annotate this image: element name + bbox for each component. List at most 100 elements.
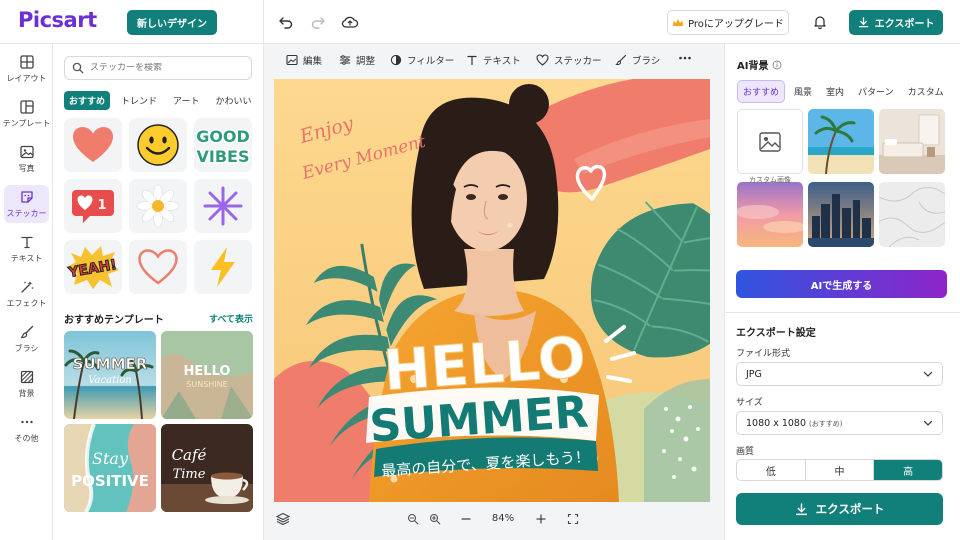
bg-tab-recommended[interactable]: おすすめ <box>737 80 786 103</box>
file-format-select[interactable]: JPG <box>736 362 943 386</box>
sticker-lightning[interactable] <box>194 240 252 294</box>
pro-upgrade-button[interactable]: Proにアップグレード <box>667 10 789 35</box>
tool-text[interactable]: テキスト <box>466 53 521 67</box>
design-canvas[interactable]: Enjoy Every Moment HELLO SUMMER 最高の自分で、夏… <box>274 79 710 502</box>
undo-icon[interactable] <box>276 12 296 32</box>
zoom-in-icon[interactable] <box>429 513 441 528</box>
size-select[interactable]: 1080 x 1080 (おすすめ) <box>736 411 943 435</box>
quality-medium[interactable]: 中 <box>806 460 875 480</box>
ai-background-title: AI背景 <box>737 57 782 72</box>
template-cafe-time[interactable]: Café Time <box>161 424 253 512</box>
sticker-smiley[interactable] <box>129 118 187 172</box>
size-label: サイズ <box>736 398 763 408</box>
rail-item-brush[interactable]: ブラシ <box>4 320 49 358</box>
export-button-top[interactable]: エクスポート <box>849 10 943 35</box>
tool-label: ステッカー <box>554 56 602 67</box>
template-text: SUNSHINE <box>186 380 227 389</box>
sticker-category-tabs: おすすめ トレンド アート かわいい <box>64 90 259 110</box>
rail-item-more[interactable]: その他 <box>4 410 49 448</box>
sticker-starburst[interactable] <box>194 179 252 233</box>
sticker-heart-outline[interactable] <box>129 240 187 294</box>
fit-screen-icon[interactable] <box>567 513 579 528</box>
sticker-grid: GOOD VIBES 1 YEAH! <box>64 118 253 294</box>
sticker-search[interactable] <box>64 56 252 80</box>
bg-tab-pattern[interactable]: パターン <box>853 81 899 102</box>
export-button-main[interactable]: エクスポート <box>736 493 943 525</box>
sticker-like-notification[interactable]: 1 <box>64 179 122 233</box>
template-hello-sunshine[interactable]: HELLO SUNSHINE <box>161 331 253 419</box>
zoom-out-icon[interactable] <box>407 513 419 528</box>
picsart-logo[interactable]: Picsart <box>18 8 97 32</box>
bg-tab-custom[interactable]: カスタム <box>903 81 949 102</box>
rail-item-effect[interactable]: エフェクト <box>4 275 49 313</box>
template-text: Time <box>173 467 206 482</box>
sticker-good-vibes[interactable]: GOOD VIBES <box>194 118 252 172</box>
sticker-yeah[interactable]: YEAH! <box>64 240 122 294</box>
zoom-increase-button[interactable] <box>535 513 547 528</box>
tool-brush[interactable]: ブラシ <box>615 53 660 67</box>
tab-trend[interactable]: トレンド <box>116 91 162 110</box>
rail-label: ステッカー <box>6 209 47 218</box>
image-edit-icon <box>286 54 298 66</box>
rail-label: 背景 <box>18 389 35 398</box>
rail-label: エフェクト <box>6 299 47 308</box>
file-format-value: JPG <box>746 368 762 380</box>
bg-beach[interactable] <box>808 109 874 174</box>
rail-item-text[interactable]: テキスト <box>4 230 49 268</box>
bg-custom-image[interactable] <box>737 109 803 174</box>
bg-sunset-sky[interactable] <box>737 182 803 247</box>
rail-item-background[interactable]: 背景 <box>4 365 49 403</box>
ai-generate-button[interactable]: AIで生成する <box>736 270 947 298</box>
tool-filter[interactable]: フィルター <box>390 53 454 67</box>
bg-bedroom[interactable] <box>879 109 945 174</box>
bg-tab-indoor[interactable]: 室内 <box>821 81 849 102</box>
templates-view-all-link[interactable]: すべて表示 <box>209 312 253 325</box>
right-panel: AI背景 おすすめ 風景 室内 パターン カスタム カスタム画像 AIで生成する… <box>724 44 960 540</box>
info-icon[interactable] <box>772 60 782 70</box>
template-stay-positive[interactable]: Stay POSITIVE <box>64 424 156 512</box>
tool-edit[interactable]: 編集 <box>286 53 322 67</box>
edit-toolbar: 編集 調整 フィルター テキスト ステッカー ブラシ <box>264 44 724 76</box>
good-text: GOOD <box>196 127 250 146</box>
bg-city-skyline[interactable] <box>808 182 874 247</box>
rail-item-photo[interactable]: 写真 <box>4 140 49 178</box>
layers-icon[interactable] <box>275 512 291 529</box>
sticker-search-input[interactable] <box>90 63 240 73</box>
tool-label: ブラシ <box>632 56 661 67</box>
rail-label: 写真 <box>18 164 35 173</box>
background-category-tabs: おすすめ 風景 室内 パターン カスタム <box>737 80 952 103</box>
crown-icon <box>673 18 684 26</box>
bg-tab-landscape[interactable]: 風景 <box>789 81 817 102</box>
rail-item-template[interactable]: テンプレート <box>3 95 50 133</box>
text-icon <box>20 236 33 249</box>
like-count: 1 <box>97 198 106 213</box>
bg-marble[interactable] <box>879 182 945 247</box>
cloud-save-icon[interactable] <box>340 12 360 32</box>
quality-low[interactable]: 低 <box>737 460 806 480</box>
tab-recommended[interactable]: おすすめ <box>64 90 111 110</box>
template-text: SUMMER <box>73 355 148 373</box>
quality-high[interactable]: 高 <box>874 460 942 480</box>
rail-label: ブラシ <box>14 344 39 353</box>
size-note: (おすすめ) <box>809 419 843 428</box>
more-tools-button[interactable] <box>678 52 692 64</box>
tab-art[interactable]: アート <box>168 91 204 110</box>
tool-sticker[interactable]: ステッカー <box>536 53 602 67</box>
bell-icon[interactable] <box>810 12 830 32</box>
tab-cute[interactable]: かわいい <box>211 91 257 110</box>
chevron-down-icon <box>923 420 933 426</box>
rail-item-layout[interactable]: レイアウト <box>4 50 49 88</box>
template-summer-vacation[interactable]: SUMMER Vacation <box>64 331 156 419</box>
rail-item-sticker[interactable]: ステッカー <box>4 185 49 223</box>
template-icon <box>19 100 34 114</box>
new-design-button[interactable]: 新しいデザイン <box>127 10 217 35</box>
rail-label: レイアウト <box>6 74 47 83</box>
zoom-decrease-button[interactable] <box>460 513 472 528</box>
template-grid: SUMMER Vacation HELLO SUNSHINE Stay POSI <box>64 331 253 512</box>
custom-image-label: カスタム画像 <box>749 176 791 184</box>
tool-adjust[interactable]: 調整 <box>339 53 375 67</box>
sticker-daisy[interactable] <box>129 179 187 233</box>
sticker-heart[interactable] <box>64 118 122 172</box>
redo-icon[interactable] <box>308 12 328 32</box>
text-tool-icon <box>467 55 477 66</box>
